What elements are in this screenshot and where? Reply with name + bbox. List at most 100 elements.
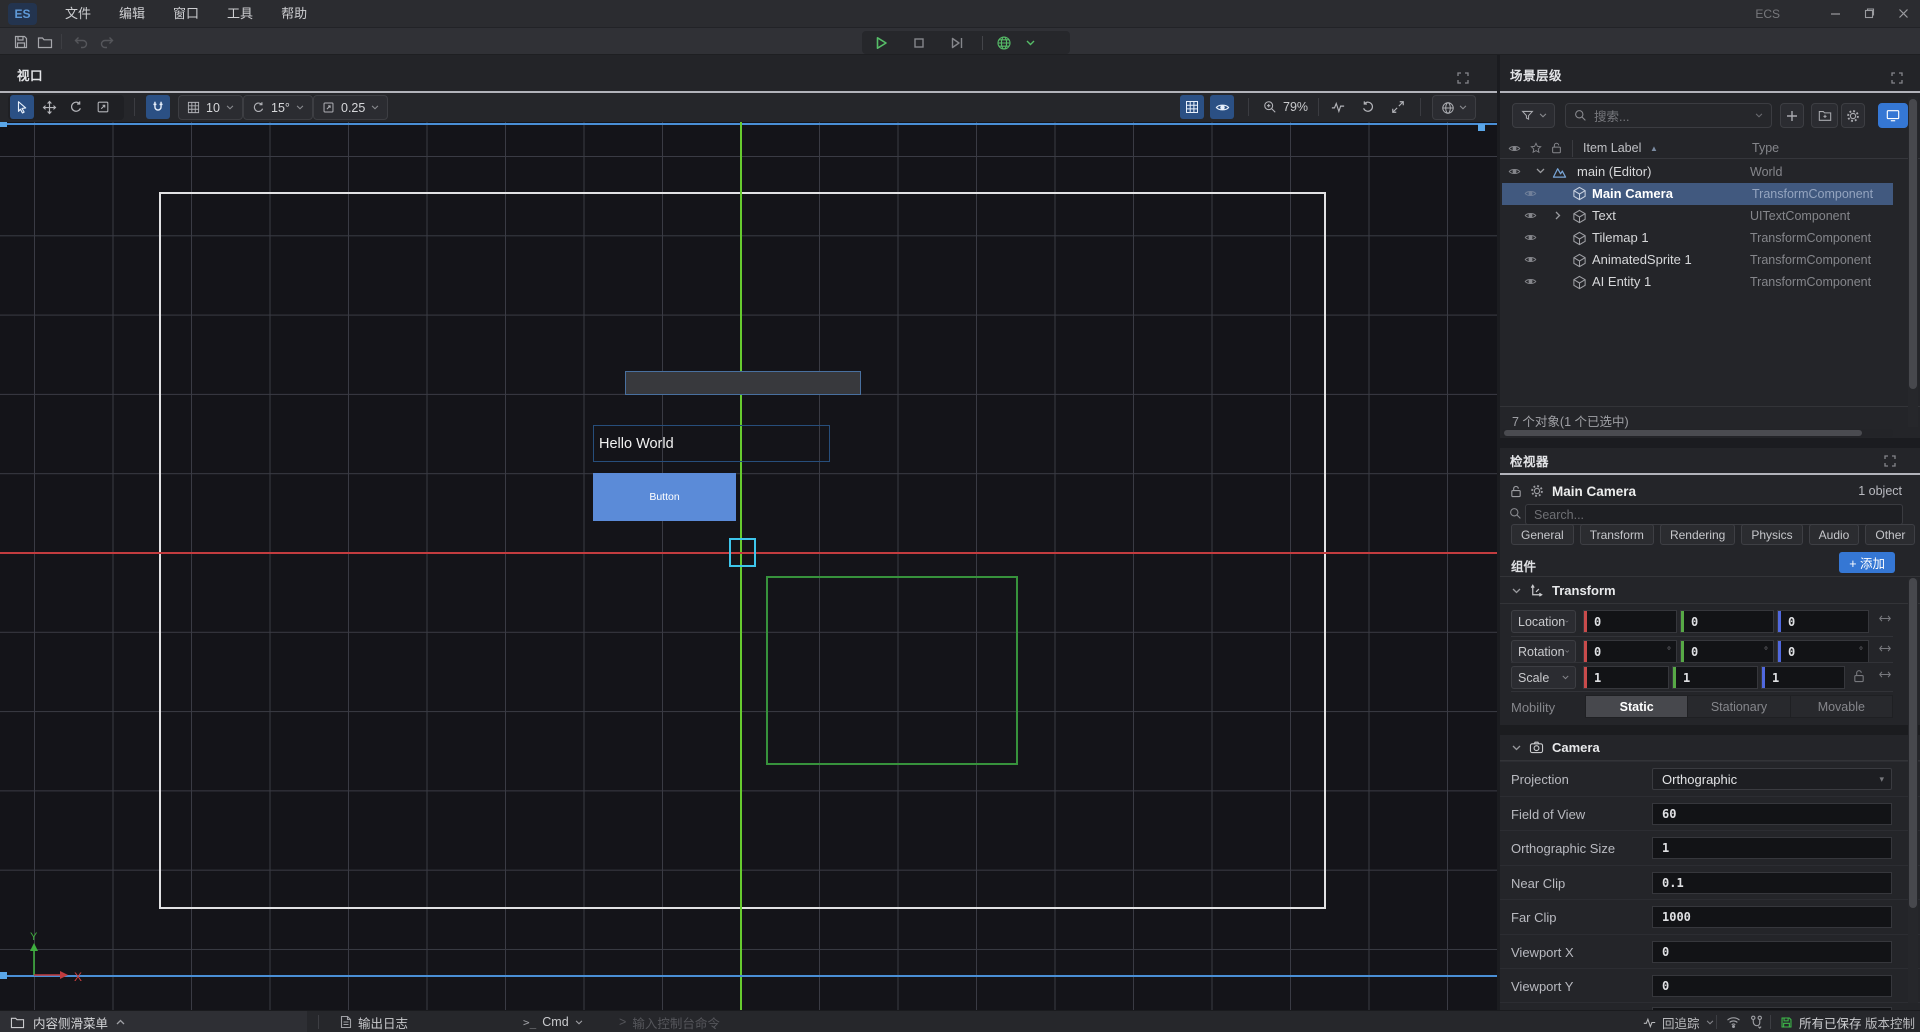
camera-section-header[interactable]: Camera xyxy=(1500,735,1920,761)
gear-icon[interactable] xyxy=(1530,484,1544,498)
location-y-field[interactable]: 0 xyxy=(1680,610,1774,633)
rotate-snap-dropdown[interactable]: 15° xyxy=(243,95,313,120)
tab-transform[interactable]: Transform xyxy=(1580,524,1654,545)
chevron-down-icon[interactable] xyxy=(1536,168,1545,174)
zoom-magnifier-icon[interactable] xyxy=(1258,95,1282,119)
guide-handle[interactable] xyxy=(1478,124,1485,131)
stats-pulse-icon[interactable] xyxy=(1326,95,1350,119)
far-clip-input[interactable]: 1000 xyxy=(1652,906,1892,928)
hierarchy-settings-button[interactable] xyxy=(1841,103,1865,128)
rotation-mode-dropdown[interactable]: Rotation xyxy=(1511,640,1576,663)
menu-help[interactable]: 帮助 xyxy=(267,0,321,27)
visibility-eye-icon[interactable] xyxy=(1524,253,1537,266)
field-of-view-input[interactable]: 60 xyxy=(1652,803,1892,825)
lock-column-icon[interactable] xyxy=(1551,142,1562,154)
visibility-eye-icon[interactable] xyxy=(1524,275,1537,288)
hierarchy-row-main[interactable]: main (Editor) World xyxy=(1500,161,1920,183)
rotation-y-field[interactable]: 0 ° xyxy=(1680,640,1774,663)
trace-dropdown[interactable]: 回追踪 xyxy=(1643,1011,1714,1032)
inspector-expand-icon[interactable] xyxy=(1884,455,1896,467)
hierarchy-horizontal-scrollbar[interactable] xyxy=(1502,429,1893,437)
redo-icon[interactable] xyxy=(98,33,116,51)
visibility-eye-icon[interactable] xyxy=(1508,165,1521,178)
location-x-field[interactable]: 0 xyxy=(1583,610,1677,633)
link-axes-icon[interactable] xyxy=(1878,670,1892,679)
source-control-branch-icon[interactable] xyxy=(1750,1011,1763,1032)
item-label-column[interactable]: Item Label xyxy=(1583,141,1641,155)
select-tool-icon[interactable] xyxy=(10,95,34,119)
grid-snap-dropdown[interactable]: 10 xyxy=(178,95,243,120)
hierarchy-row-tilemap[interactable]: Tilemap 1 TransformComponent xyxy=(1500,227,1920,249)
filter-dropdown[interactable] xyxy=(1512,103,1555,128)
button-object[interactable]: Button xyxy=(593,473,736,521)
cmd-dropdown[interactable]: >_ Cmd xyxy=(523,1011,583,1032)
stop-button[interactable] xyxy=(900,31,938,54)
near-clip-input[interactable]: 0.1 xyxy=(1652,872,1892,894)
scale-x-field[interactable]: 1 xyxy=(1583,666,1669,689)
menu-tools[interactable]: 工具 xyxy=(213,0,267,27)
type-column[interactable]: Type xyxy=(1752,141,1779,155)
scene-canvas[interactable]: Hello World Button Y X xyxy=(0,122,1497,1010)
mobility-static-option[interactable]: Static xyxy=(1586,696,1688,717)
scale-z-field[interactable]: 1 xyxy=(1761,666,1845,689)
inspector-search-input[interactable]: Search... xyxy=(1525,504,1903,525)
scale-mode-dropdown[interactable]: Scale xyxy=(1511,666,1576,689)
visibility-eye-icon[interactable] xyxy=(1524,209,1537,222)
visibility-eye-icon[interactable] xyxy=(1524,187,1537,200)
run-target-globe-icon[interactable] xyxy=(989,31,1019,54)
lock-icon[interactable] xyxy=(1510,485,1522,498)
sort-ascending-icon[interactable]: ▲ xyxy=(1650,144,1658,153)
viewport-globe-dropdown[interactable] xyxy=(1432,95,1476,120)
hierarchy-vertical-scrollbar[interactable] xyxy=(1908,97,1918,427)
run-target-chevron-icon[interactable] xyxy=(1019,31,1041,54)
undo-icon[interactable] xyxy=(72,33,90,51)
console-command-input[interactable]: > 输入控制台命令 xyxy=(619,1011,720,1032)
hierarchy-column-header[interactable]: Item Label ▲ Type xyxy=(1500,138,1920,159)
visibility-toggle-icon[interactable] xyxy=(1210,95,1234,119)
new-folder-button[interactable] xyxy=(1811,103,1838,128)
add-entity-button[interactable] xyxy=(1780,103,1804,128)
minimize-button[interactable] xyxy=(1818,0,1852,27)
tab-other[interactable]: Other xyxy=(1865,524,1915,545)
mobility-stationary-option[interactable]: Stationary xyxy=(1688,696,1790,717)
reset-view-icon[interactable] xyxy=(1356,95,1380,119)
rotate-tool-icon[interactable] xyxy=(64,95,88,119)
rotation-z-field[interactable]: 0 ° xyxy=(1777,640,1869,663)
location-z-field[interactable]: 0 xyxy=(1777,610,1869,633)
projection-dropdown[interactable]: Orthographic ▾ xyxy=(1652,768,1892,790)
tab-audio[interactable]: Audio xyxy=(1809,524,1860,545)
link-axes-icon[interactable] xyxy=(1878,614,1892,623)
all-saved-status[interactable]: 所有已保存 xyxy=(1780,1011,1862,1032)
hierarchy-search-input[interactable]: 搜索... xyxy=(1565,103,1772,128)
close-button[interactable] xyxy=(1886,0,1920,27)
hierarchy-row-text[interactable]: Text UITextComponent xyxy=(1500,205,1920,227)
display-mode-button[interactable] xyxy=(1878,103,1908,128)
rotation-x-field[interactable]: 0 ° xyxy=(1583,640,1677,663)
step-forward-button[interactable] xyxy=(938,31,976,54)
output-log-button[interactable]: 输出日志 xyxy=(340,1011,408,1032)
scale-tool-icon[interactable] xyxy=(91,95,115,119)
app-logo[interactable]: ES xyxy=(8,3,37,25)
orthographic-size-input[interactable]: 1 xyxy=(1652,837,1892,859)
hierarchy-row-main-camera[interactable]: Main Camera TransformComponent xyxy=(1502,183,1893,205)
viewport-x-input[interactable]: 0 xyxy=(1652,941,1892,963)
move-tool-icon[interactable] xyxy=(37,95,61,119)
snap-magnet-icon[interactable] xyxy=(146,95,170,119)
menu-edit[interactable]: 编辑 xyxy=(105,0,159,27)
save-icon[interactable] xyxy=(12,33,30,51)
grid-toggle-icon[interactable] xyxy=(1180,95,1204,119)
tab-physics[interactable]: Physics xyxy=(1741,524,1802,545)
add-component-button[interactable]: + 添加 xyxy=(1839,552,1895,573)
scale-y-field[interactable]: 1 xyxy=(1672,666,1758,689)
text-object[interactable]: Hello World xyxy=(593,425,830,462)
visibility-eye-icon[interactable] xyxy=(1524,231,1537,244)
camera-selection-gizmo[interactable] xyxy=(729,538,756,567)
hierarchy-row-animatedsprite[interactable]: AnimatedSprite 1 TransformComponent xyxy=(1500,249,1920,271)
link-axes-icon[interactable] xyxy=(1878,644,1892,653)
menu-file[interactable]: 文件 xyxy=(51,0,105,27)
guide-handle[interactable] xyxy=(0,122,7,127)
content-drawer-button[interactable]: 内容侧滑菜单 xyxy=(0,1011,307,1032)
open-folder-icon[interactable] xyxy=(36,33,54,51)
network-wifi-icon[interactable] xyxy=(1726,1011,1741,1032)
viewport-y-input[interactable]: 0 xyxy=(1652,975,1892,997)
